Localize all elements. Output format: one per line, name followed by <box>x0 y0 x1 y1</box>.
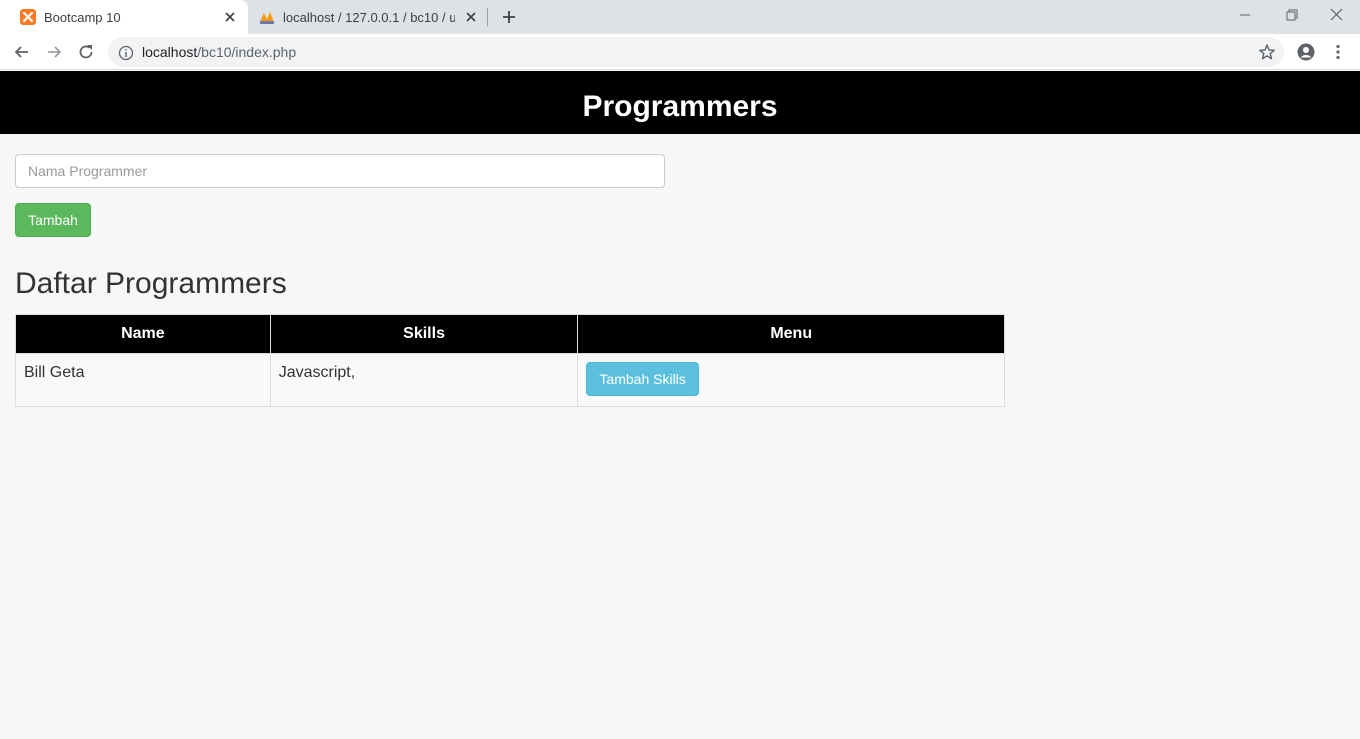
programmers-table: Name Skills Menu Bill Geta Javascript, T… <box>15 314 1005 407</box>
tab-bootcamp[interactable]: Bootcamp 10 <box>0 0 248 34</box>
restore-icon[interactable] <box>1280 5 1302 27</box>
profile-avatar-icon[interactable] <box>1296 42 1316 62</box>
bookmark-star-icon[interactable] <box>1258 43 1276 61</box>
column-header-skills: Skills <box>269 314 579 354</box>
phpmyadmin-icon <box>260 12 274 24</box>
close-window-icon[interactable] <box>1326 5 1348 27</box>
reload-icon[interactable] <box>76 42 96 62</box>
browser-toolbar: localhost/bc10/index.php <box>0 34 1360 70</box>
column-header-name: Name <box>15 314 271 354</box>
table-row: Bill Geta Javascript, Tambah Skills <box>15 353 1005 407</box>
address-bar[interactable]: localhost/bc10/index.php <box>108 37 1284 67</box>
xampp-icon <box>20 9 36 25</box>
minimize-icon[interactable] <box>1234 5 1256 27</box>
url-text: localhost/bc10/index.php <box>142 44 296 60</box>
back-arrow-icon[interactable] <box>12 42 32 62</box>
page-title: Programmers <box>0 71 1360 134</box>
close-tab-icon[interactable] <box>463 9 479 25</box>
tab-phpmyadmin[interactable]: localhost / 127.0.0.1 / bc10 / users <box>249 0 489 34</box>
column-header-menu: Menu <box>577 314 1005 354</box>
tab-separator <box>487 8 488 26</box>
new-tab-icon[interactable] <box>500 8 518 26</box>
menu-kebab-icon[interactable] <box>1328 42 1348 62</box>
close-tab-icon[interactable] <box>222 9 238 25</box>
programmer-name-input[interactable] <box>15 154 665 188</box>
section-title: Daftar Programmers <box>15 267 287 300</box>
cell-menu: Tambah Skills <box>577 353 1005 407</box>
add-skills-button[interactable]: Tambah Skills <box>586 362 699 396</box>
url-path: /bc10/index.php <box>197 44 297 60</box>
tab-title: localhost / 127.0.0.1 / bc10 / users <box>283 10 455 25</box>
tab-title: Bootcamp 10 <box>44 10 121 25</box>
forward-arrow-icon[interactable] <box>44 42 64 62</box>
table-header-row: Name Skills Menu <box>15 314 1005 354</box>
info-icon[interactable] <box>118 45 134 61</box>
url-host: localhost <box>142 44 198 60</box>
cell-skills: Javascript, <box>269 353 579 407</box>
add-programmer-button[interactable]: Tambah <box>15 203 91 237</box>
browser-tabstrip: Bootcamp 10 localhost / 127.0.0.1 / bc10… <box>0 0 1360 34</box>
page-content: Programmers Tambah Daftar Programmers Na… <box>0 71 1360 739</box>
cell-name: Bill Geta <box>15 353 271 407</box>
